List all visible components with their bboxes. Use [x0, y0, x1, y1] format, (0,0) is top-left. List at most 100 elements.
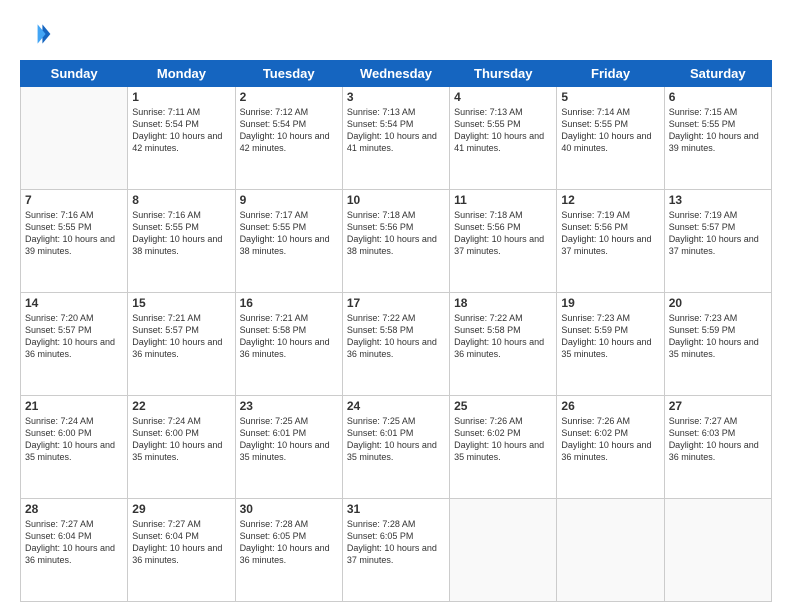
day-cell: 29 Sunrise: 7:27 AMSunset: 6:04 PMDaylig…: [128, 499, 235, 602]
weekday-tuesday: Tuesday: [235, 61, 342, 87]
day-info: Sunrise: 7:28 AMSunset: 6:05 PMDaylight:…: [347, 518, 445, 567]
day-number: 18: [454, 296, 552, 310]
day-number: 8: [132, 193, 230, 207]
day-info: Sunrise: 7:16 AMSunset: 5:55 PMDaylight:…: [132, 209, 230, 258]
day-cell: 22 Sunrise: 7:24 AMSunset: 6:00 PMDaylig…: [128, 396, 235, 499]
day-number: 31: [347, 502, 445, 516]
day-cell: [664, 499, 771, 602]
day-info: Sunrise: 7:27 AMSunset: 6:03 PMDaylight:…: [669, 415, 767, 464]
day-info: Sunrise: 7:18 AMSunset: 5:56 PMDaylight:…: [454, 209, 552, 258]
day-cell: 31 Sunrise: 7:28 AMSunset: 6:05 PMDaylig…: [342, 499, 449, 602]
week-row-2: 7 Sunrise: 7:16 AMSunset: 5:55 PMDayligh…: [21, 190, 772, 293]
day-number: 15: [132, 296, 230, 310]
day-number: 26: [561, 399, 659, 413]
calendar-table: SundayMondayTuesdayWednesdayThursdayFrid…: [20, 60, 772, 602]
day-cell: 13 Sunrise: 7:19 AMSunset: 5:57 PMDaylig…: [664, 190, 771, 293]
day-info: Sunrise: 7:11 AMSunset: 5:54 PMDaylight:…: [132, 106, 230, 155]
weekday-wednesday: Wednesday: [342, 61, 449, 87]
day-info: Sunrise: 7:21 AMSunset: 5:57 PMDaylight:…: [132, 312, 230, 361]
day-cell: 16 Sunrise: 7:21 AMSunset: 5:58 PMDaylig…: [235, 293, 342, 396]
weekday-monday: Monday: [128, 61, 235, 87]
day-cell: 19 Sunrise: 7:23 AMSunset: 5:59 PMDaylig…: [557, 293, 664, 396]
day-info: Sunrise: 7:19 AMSunset: 5:56 PMDaylight:…: [561, 209, 659, 258]
day-info: Sunrise: 7:13 AMSunset: 5:55 PMDaylight:…: [454, 106, 552, 155]
logo-icon: [20, 18, 52, 50]
day-number: 10: [347, 193, 445, 207]
day-cell: 14 Sunrise: 7:20 AMSunset: 5:57 PMDaylig…: [21, 293, 128, 396]
day-cell: 15 Sunrise: 7:21 AMSunset: 5:57 PMDaylig…: [128, 293, 235, 396]
day-cell: [450, 499, 557, 602]
day-info: Sunrise: 7:20 AMSunset: 5:57 PMDaylight:…: [25, 312, 123, 361]
day-cell: 5 Sunrise: 7:14 AMSunset: 5:55 PMDayligh…: [557, 87, 664, 190]
day-cell: 25 Sunrise: 7:26 AMSunset: 6:02 PMDaylig…: [450, 396, 557, 499]
day-info: Sunrise: 7:25 AMSunset: 6:01 PMDaylight:…: [240, 415, 338, 464]
day-number: 14: [25, 296, 123, 310]
day-info: Sunrise: 7:21 AMSunset: 5:58 PMDaylight:…: [240, 312, 338, 361]
day-cell: 24 Sunrise: 7:25 AMSunset: 6:01 PMDaylig…: [342, 396, 449, 499]
day-info: Sunrise: 7:23 AMSunset: 5:59 PMDaylight:…: [561, 312, 659, 361]
week-row-4: 21 Sunrise: 7:24 AMSunset: 6:00 PMDaylig…: [21, 396, 772, 499]
day-cell: 3 Sunrise: 7:13 AMSunset: 5:54 PMDayligh…: [342, 87, 449, 190]
header: [20, 18, 772, 50]
page: SundayMondayTuesdayWednesdayThursdayFrid…: [0, 0, 792, 612]
day-info: Sunrise: 7:23 AMSunset: 5:59 PMDaylight:…: [669, 312, 767, 361]
weekday-friday: Friday: [557, 61, 664, 87]
day-cell: 11 Sunrise: 7:18 AMSunset: 5:56 PMDaylig…: [450, 190, 557, 293]
day-cell: 17 Sunrise: 7:22 AMSunset: 5:58 PMDaylig…: [342, 293, 449, 396]
day-info: Sunrise: 7:28 AMSunset: 6:05 PMDaylight:…: [240, 518, 338, 567]
weekday-sunday: Sunday: [21, 61, 128, 87]
day-cell: 9 Sunrise: 7:17 AMSunset: 5:55 PMDayligh…: [235, 190, 342, 293]
day-info: Sunrise: 7:12 AMSunset: 5:54 PMDaylight:…: [240, 106, 338, 155]
logo: [20, 18, 56, 50]
day-cell: 10 Sunrise: 7:18 AMSunset: 5:56 PMDaylig…: [342, 190, 449, 293]
day-number: 6: [669, 90, 767, 104]
day-number: 25: [454, 399, 552, 413]
day-info: Sunrise: 7:27 AMSunset: 6:04 PMDaylight:…: [25, 518, 123, 567]
day-number: 24: [347, 399, 445, 413]
day-cell: 30 Sunrise: 7:28 AMSunset: 6:05 PMDaylig…: [235, 499, 342, 602]
day-info: Sunrise: 7:22 AMSunset: 5:58 PMDaylight:…: [454, 312, 552, 361]
day-number: 20: [669, 296, 767, 310]
day-info: Sunrise: 7:16 AMSunset: 5:55 PMDaylight:…: [25, 209, 123, 258]
weekday-thursday: Thursday: [450, 61, 557, 87]
day-cell: 21 Sunrise: 7:24 AMSunset: 6:00 PMDaylig…: [21, 396, 128, 499]
day-cell: 1 Sunrise: 7:11 AMSunset: 5:54 PMDayligh…: [128, 87, 235, 190]
day-info: Sunrise: 7:25 AMSunset: 6:01 PMDaylight:…: [347, 415, 445, 464]
day-cell: 28 Sunrise: 7:27 AMSunset: 6:04 PMDaylig…: [21, 499, 128, 602]
day-info: Sunrise: 7:15 AMSunset: 5:55 PMDaylight:…: [669, 106, 767, 155]
day-cell: 26 Sunrise: 7:26 AMSunset: 6:02 PMDaylig…: [557, 396, 664, 499]
day-number: 2: [240, 90, 338, 104]
day-number: 16: [240, 296, 338, 310]
day-info: Sunrise: 7:19 AMSunset: 5:57 PMDaylight:…: [669, 209, 767, 258]
day-info: Sunrise: 7:24 AMSunset: 6:00 PMDaylight:…: [132, 415, 230, 464]
day-number: 13: [669, 193, 767, 207]
week-row-3: 14 Sunrise: 7:20 AMSunset: 5:57 PMDaylig…: [21, 293, 772, 396]
day-info: Sunrise: 7:26 AMSunset: 6:02 PMDaylight:…: [454, 415, 552, 464]
day-info: Sunrise: 7:27 AMSunset: 6:04 PMDaylight:…: [132, 518, 230, 567]
weekday-header-row: SundayMondayTuesdayWednesdayThursdayFrid…: [21, 61, 772, 87]
day-number: 21: [25, 399, 123, 413]
day-cell: 23 Sunrise: 7:25 AMSunset: 6:01 PMDaylig…: [235, 396, 342, 499]
day-number: 30: [240, 502, 338, 516]
weekday-saturday: Saturday: [664, 61, 771, 87]
day-cell: 12 Sunrise: 7:19 AMSunset: 5:56 PMDaylig…: [557, 190, 664, 293]
day-number: 4: [454, 90, 552, 104]
day-number: 1: [132, 90, 230, 104]
day-cell: [557, 499, 664, 602]
day-number: 23: [240, 399, 338, 413]
day-cell: 7 Sunrise: 7:16 AMSunset: 5:55 PMDayligh…: [21, 190, 128, 293]
day-number: 5: [561, 90, 659, 104]
day-info: Sunrise: 7:22 AMSunset: 5:58 PMDaylight:…: [347, 312, 445, 361]
day-cell: [21, 87, 128, 190]
day-info: Sunrise: 7:18 AMSunset: 5:56 PMDaylight:…: [347, 209, 445, 258]
day-number: 9: [240, 193, 338, 207]
day-number: 7: [25, 193, 123, 207]
day-number: 12: [561, 193, 659, 207]
day-number: 3: [347, 90, 445, 104]
day-cell: 18 Sunrise: 7:22 AMSunset: 5:58 PMDaylig…: [450, 293, 557, 396]
day-number: 19: [561, 296, 659, 310]
day-info: Sunrise: 7:24 AMSunset: 6:00 PMDaylight:…: [25, 415, 123, 464]
day-number: 28: [25, 502, 123, 516]
day-number: 11: [454, 193, 552, 207]
day-number: 27: [669, 399, 767, 413]
